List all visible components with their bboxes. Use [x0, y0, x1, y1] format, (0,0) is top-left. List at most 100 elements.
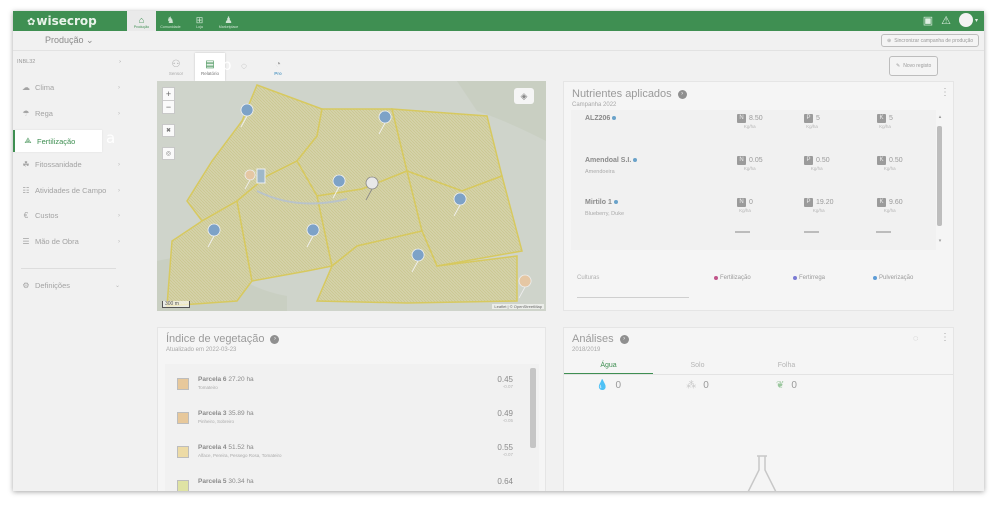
sidebar-item-custos[interactable]: € Custos › — [13, 207, 127, 224]
vegetation-title: Índice de vegetação › — [166, 333, 280, 345]
tool-sensor[interactable]: ⚇ Sensor — [161, 53, 191, 81]
phosphorus-icon: P — [804, 156, 813, 165]
sub-header: Produção ⌄ ⊕ Sincronizar campanha de prod… — [13, 31, 984, 51]
divider-dash — [735, 231, 750, 233]
index-color-swatch — [177, 378, 189, 390]
notes-icon[interactable]: ▣ — [923, 14, 933, 27]
zoom-in-button[interactable]: + — [163, 88, 174, 100]
production-selector[interactable]: Produção ⌄ — [45, 35, 94, 46]
zoom-out-button[interactable]: − — [163, 100, 174, 113]
nav-producao[interactable]: ⌂ Produção — [127, 11, 156, 31]
nutrients-card: Nutrientes aplicados › Campanha 2022 ⋮ AL… — [563, 81, 954, 311]
tool-report[interactable]: ▤ Relatório — [195, 53, 225, 81]
sidebar-divider — [21, 268, 116, 269]
chevron-right-icon: › — [119, 59, 121, 65]
info-dot-icon — [633, 158, 638, 163]
tab-solo[interactable]: Solo — [653, 362, 742, 374]
nutrient-row[interactable]: Amendoal S.I. Amendoeira N 0.05 Kg/ha P 0.5… — [571, 152, 936, 192]
list-item[interactable]: Parcela 4 51.52 ha Alface, Pereira, Pess… — [177, 440, 529, 474]
fullscreen-icon: ✖ — [165, 128, 172, 134]
farm-icon: ⌂ — [138, 15, 145, 25]
nutrient-row[interactable]: Mirtilo 1 Blueberry, Duke N 0 Kg/ha P 19.20… — [571, 194, 936, 234]
logo[interactable]: ✿wisecrop — [27, 14, 97, 28]
pencil-icon: ✎ — [896, 63, 901, 69]
arrow-right-icon[interactable]: › — [270, 334, 280, 344]
vegetation-subtitle: Atualizado em 2022-03-23 — [166, 347, 237, 353]
fullscreen-button[interactable]: ✖ — [162, 124, 175, 137]
nutrients-scrollbar[interactable]: ▴ ▾ — [936, 114, 944, 244]
nav-marketplace[interactable]: ♟ Marketplace — [214, 11, 243, 31]
community-icon: ♞ — [166, 15, 175, 25]
alert-icon[interactable]: ⚠ — [941, 14, 951, 27]
tabs-divider — [564, 374, 953, 375]
parcel-map[interactable]: + − ✖ ◎ ◈ 300 m Leaflet | © OpenStreetMa… — [157, 81, 546, 311]
phosphorus-icon: P — [804, 198, 813, 207]
tool-pro[interactable]: ◔ Pro — [263, 53, 293, 81]
chevron-right-icon: › — [118, 212, 120, 219]
nutrient-row[interactable]: ALZ206 N 8.50 Kg/ha P 5 Kg/ha K 5 Kg/ha — [571, 110, 936, 150]
arrow-right-icon[interactable]: › — [619, 334, 629, 344]
sync-campaign-button[interactable]: ⊕ Sincronizar campanha de produção — [881, 34, 980, 47]
nav-comunidade[interactable]: ♞ Comunidade — [156, 11, 185, 31]
index-color-swatch — [177, 412, 189, 424]
map-canvas[interactable] — [157, 81, 546, 311]
more-options-icon[interactable]: ⋮ — [940, 333, 950, 343]
chevron-right-icon: › — [118, 84, 120, 91]
tool-extra[interactable]: ◌ — [229, 53, 259, 81]
vegetation-scrollbar[interactable] — [530, 368, 536, 448]
sidebar-item-definicoes[interactable]: ⚙ Definições ⌄ — [13, 277, 127, 294]
sidebar-item-atividades[interactable]: ☷ Atividades de Campo › — [13, 182, 127, 199]
new-record-button[interactable]: ✎ Novo registo — [889, 56, 939, 76]
farm-selector[interactable]: INBL32 › — [17, 59, 121, 65]
info-dot-icon — [613, 200, 618, 205]
tab-agua[interactable]: Água — [564, 362, 653, 374]
more-options-icon[interactable]: ⋮ — [940, 88, 950, 98]
scroll-thumb[interactable] — [937, 126, 942, 226]
scroll-up-icon[interactable]: ▴ — [936, 114, 944, 120]
layers-button[interactable]: ◈ — [514, 88, 534, 104]
list-item[interactable]: Parcela 6 27.20 ha Tomateiro 0.45 -0.07 — [177, 372, 529, 406]
analysis-counts: 💧 0 ⁂ 0 ❦ 0 — [564, 380, 953, 391]
soil-icon: ⁂ — [686, 380, 697, 391]
sidebar-item-mao-de-obra[interactable]: ☰ Mão de Obra › — [13, 233, 127, 250]
refresh-icon[interactable]: ◌ — [913, 333, 918, 343]
sidebar-item-fitossanidade[interactable]: ☘ Fitossanidade › — [13, 156, 127, 173]
nutrients-title: Nutrientes aplicados › — [572, 88, 687, 100]
sidebar-item-rega[interactable]: ☂ Rega › — [13, 105, 127, 122]
sprout-icon: ✿ — [27, 17, 36, 28]
culture-filter[interactable]: Culturas — [577, 275, 599, 281]
potassium-icon: K — [877, 198, 886, 207]
list-item[interactable]: Parcela 3 35.89 ha Pinheiro, Sobreiro 0.… — [177, 406, 529, 440]
tab-folha[interactable]: Folha — [742, 362, 831, 374]
sync-icon: ⊕ — [887, 37, 892, 44]
divider-dash — [876, 231, 891, 233]
list-item[interactable]: Parcela 5 30.34 ha 0.64 — [177, 474, 529, 491]
chevron-down-icon[interactable]: ▾ — [975, 17, 978, 24]
chevron-down-icon: ⌄ — [86, 35, 94, 45]
nitrogen-icon: N — [737, 198, 746, 207]
chevron-right-icon: › — [118, 110, 120, 117]
potassium-icon: K — [877, 156, 886, 165]
nav-loja[interactable]: ⊞ Loja — [185, 11, 214, 31]
plant-health-icon: ☘ — [22, 160, 30, 169]
map-attribution[interactable]: Leaflet | © OpenStreetMap — [492, 304, 544, 309]
top-right-tools: ▣ ⚠ ▾ — [923, 13, 978, 27]
legend-dot — [793, 276, 797, 280]
analysis-tabs: Água Solo Folha — [564, 362, 953, 374]
scroll-down-icon[interactable]: ▾ — [936, 238, 944, 244]
top-nav: ⌂ Produção ♞ Comunidade ⊞ Loja ♟ Marketplace — [127, 11, 243, 31]
legend-fertirrega: Fertirrega — [793, 275, 825, 281]
sidebar-item-clima[interactable]: ☁ Clima › — [13, 79, 127, 96]
pro-icon: ◔ — [274, 58, 282, 70]
flask-icon — [747, 455, 777, 491]
arrow-right-icon[interactable]: › — [677, 89, 687, 99]
sensor-icon: ⚇ — [171, 58, 181, 70]
analysis-card: Análises › 2018/2019 ◌ ⋮ Água Solo Folha … — [563, 327, 954, 491]
legend-fertilizacao: Fertilização — [714, 275, 751, 281]
water-count: 💧 0 — [595, 380, 621, 391]
avatar[interactable] — [958, 13, 973, 27]
sidebar-item-fertilizacao[interactable]: ⟁ Fertilização — [13, 130, 102, 152]
map-scale: 300 m — [162, 301, 190, 308]
analysis-title: Análises › — [572, 333, 629, 345]
locate-button[interactable]: ◎ — [162, 147, 175, 160]
